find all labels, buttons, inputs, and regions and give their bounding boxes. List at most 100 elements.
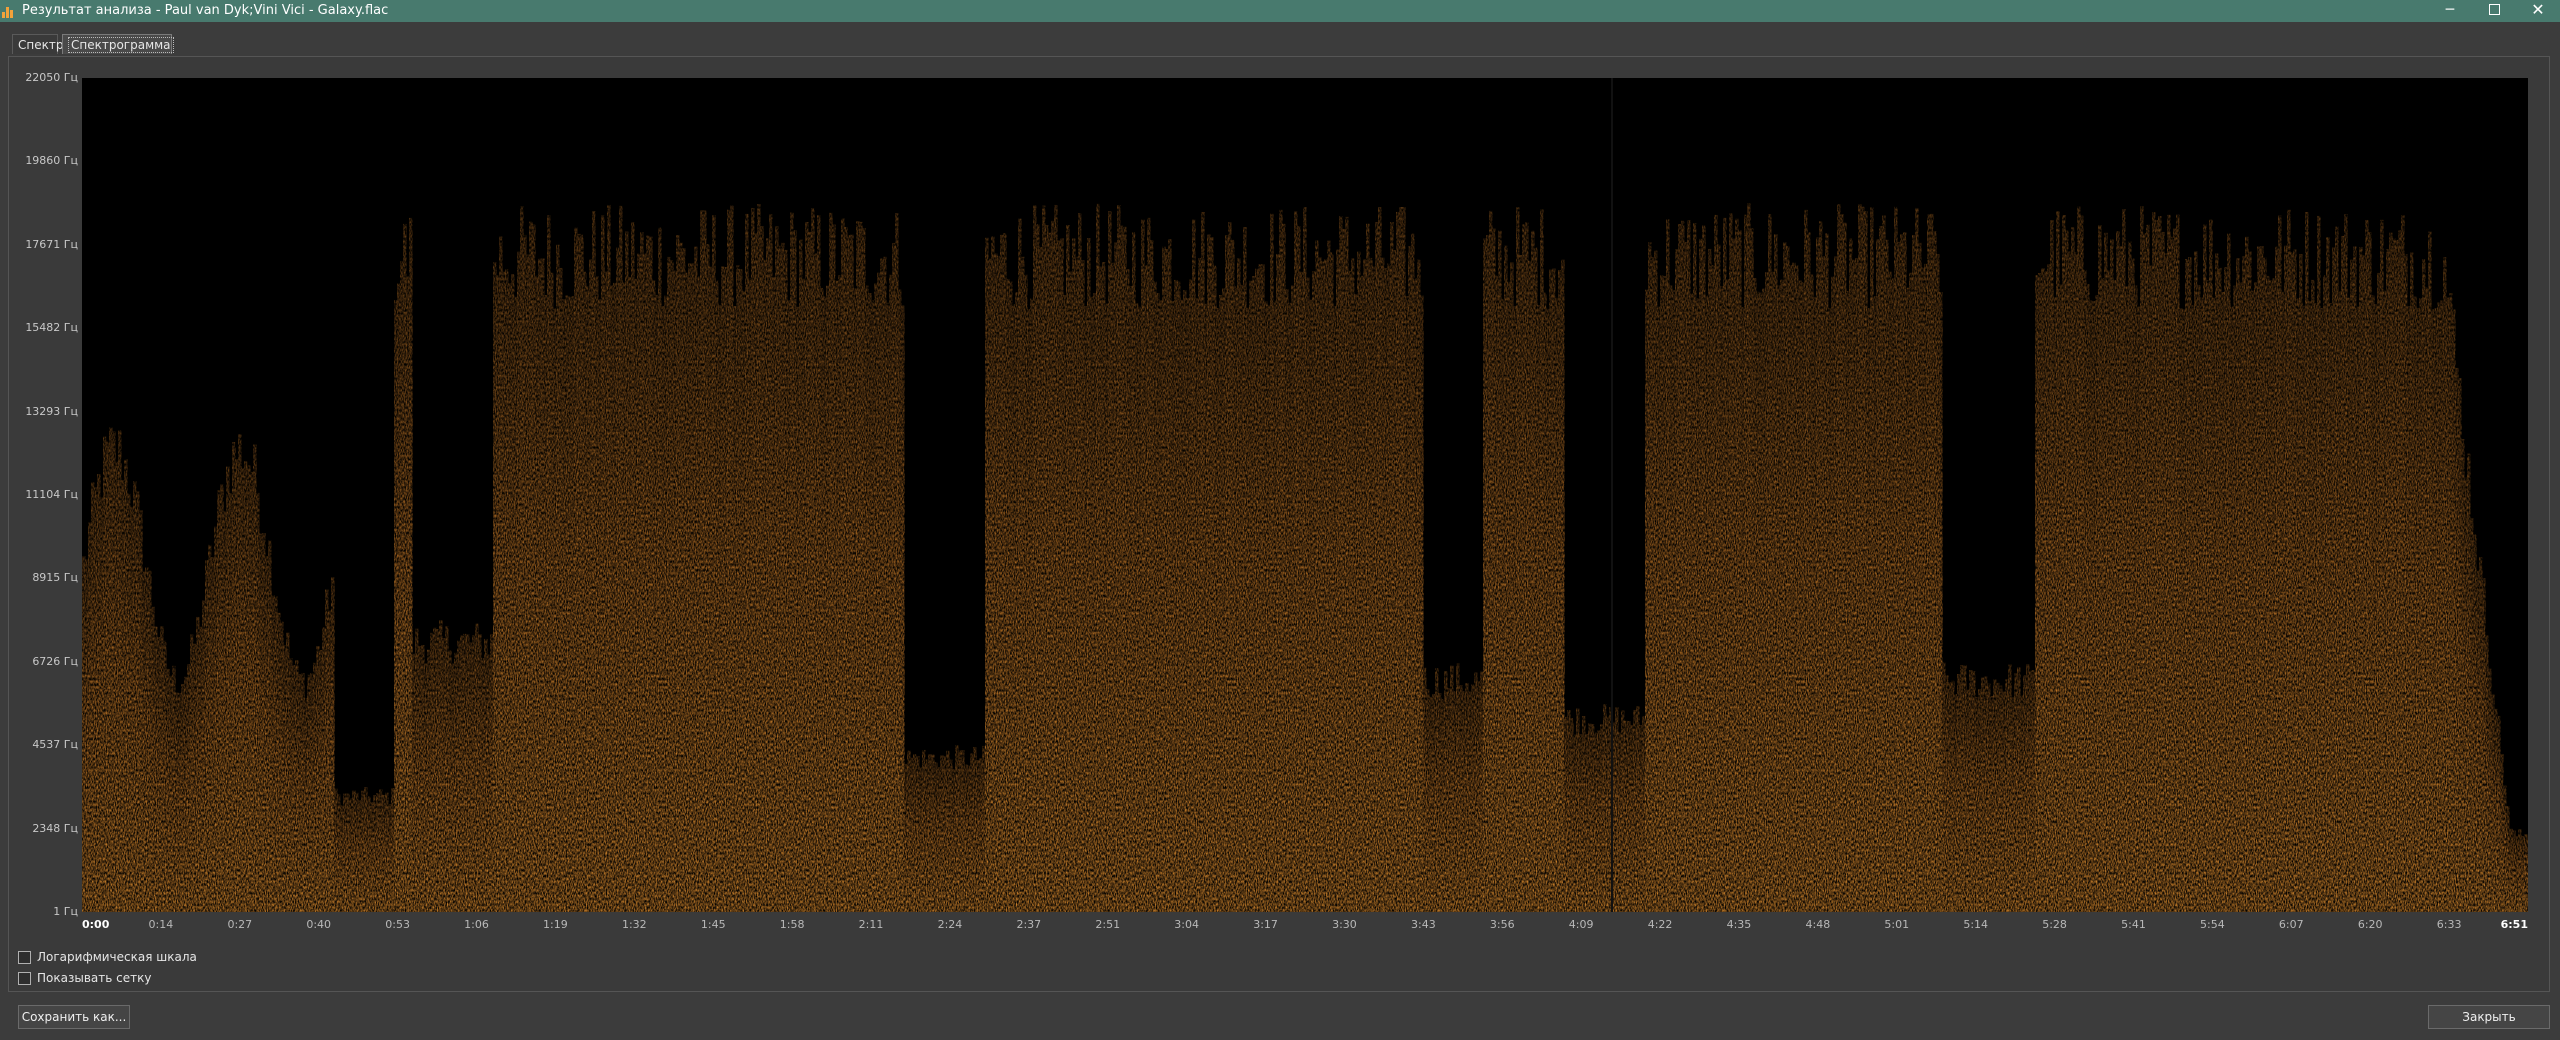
spectrum-column — [1027, 308, 1031, 912]
spectrum-column — [88, 522, 92, 912]
spectrum-column — [1597, 730, 1601, 912]
spectrum-column — [1417, 259, 1421, 912]
spectrum-column — [784, 249, 788, 912]
spectrum-column — [253, 444, 257, 912]
time-tick-label: 5:01 — [1884, 918, 1910, 931]
spectrum-column — [913, 754, 917, 912]
spectrum-column — [2374, 304, 2378, 912]
spectrum-column — [2257, 246, 2261, 912]
spectrum-column — [2053, 297, 2057, 912]
spectrum-column — [736, 265, 740, 912]
spectrum-column — [928, 754, 932, 912]
spectrum-column — [322, 627, 326, 912]
maximize-button[interactable] — [2472, 0, 2516, 22]
spectrum-column — [1732, 238, 1736, 912]
tab-spectrum[interactable]: Спектр — [12, 34, 63, 54]
spectrum-column — [2008, 664, 2012, 912]
spectrum-column — [274, 596, 278, 912]
spectrum-column — [823, 296, 827, 912]
spectrum-column — [2215, 253, 2219, 912]
show-grid-checkbox[interactable]: Показывать сетку — [18, 971, 151, 985]
spectrum-column — [1483, 238, 1487, 912]
spectrum-column — [1852, 259, 1856, 912]
spectrum-column — [523, 234, 527, 912]
spectrum-column — [1822, 256, 1826, 912]
spectrum-column — [2443, 257, 2447, 912]
spectrum-column — [460, 635, 464, 912]
spectrum-column — [2101, 278, 2105, 912]
spectrum-column — [358, 800, 362, 912]
spectrum-column — [400, 261, 404, 912]
spectrum-column — [2002, 691, 2006, 912]
spectrum-column — [673, 270, 677, 912]
spectrum-column — [997, 255, 1001, 912]
close-window-button[interactable]: ✕ — [2516, 0, 2560, 22]
spectrum-column — [1891, 278, 1895, 912]
spectrum-column — [2386, 249, 2390, 912]
spectrum-column — [1390, 222, 1394, 912]
spectrum-column — [1807, 232, 1811, 912]
spectrum-column — [1123, 226, 1127, 912]
spectrum-column — [2167, 214, 2171, 912]
spectrum-column — [1102, 262, 1106, 912]
spectrum-column — [700, 210, 704, 912]
spectrum-column — [2125, 286, 2129, 912]
spectrum-column — [934, 762, 938, 912]
spectrum-column — [1690, 293, 1694, 912]
spectrum-column — [427, 649, 431, 912]
spectrum-column — [649, 236, 653, 912]
spectrum-column — [670, 260, 674, 912]
spectrum-column — [343, 793, 347, 912]
spectrum-column — [133, 481, 137, 912]
spectrum-column — [2146, 224, 2150, 912]
spectrum-column — [1510, 262, 1514, 912]
spectrum-column — [1885, 239, 1889, 912]
time-tick-label: 1:19 — [543, 918, 568, 931]
spectrum-column — [1042, 205, 1046, 912]
spectrum-column — [2359, 246, 2363, 912]
spectrum-column — [973, 746, 977, 912]
spectrum-column — [1399, 207, 1403, 912]
minimize-button[interactable]: ─ — [2428, 0, 2472, 22]
spectrum-column — [1843, 222, 1847, 912]
spectrum-column — [2335, 226, 2339, 912]
save-as-button[interactable]: Сохранить как... — [18, 1005, 130, 1029]
log-scale-checkbox[interactable]: Логарифмическая шкала — [18, 950, 197, 964]
time-tick-label: 0:00 — [82, 918, 110, 931]
spectrum-column — [901, 304, 905, 912]
spectrum-column — [1801, 282, 1805, 912]
spectrum-column — [1750, 228, 1754, 912]
spectrum-column — [547, 215, 551, 912]
spectrum-column — [508, 283, 512, 912]
spectrum-column — [2311, 279, 2315, 912]
spectrum-column — [247, 465, 251, 912]
spectrum-column — [868, 293, 872, 912]
spectrum-column — [1681, 220, 1685, 912]
spectrum-column — [598, 299, 602, 912]
show-grid-box[interactable] — [18, 972, 31, 985]
spectrum-column — [2482, 578, 2486, 912]
spectrum-column — [1774, 234, 1778, 912]
spectrum-column — [2065, 230, 2069, 912]
log-scale-box[interactable] — [18, 951, 31, 964]
spectrum-column — [979, 758, 983, 912]
spectrum-column — [2323, 275, 2327, 912]
spectrum-column — [82, 556, 86, 912]
close-button[interactable]: Закрыть — [2428, 1005, 2550, 1029]
spectrum-column — [232, 442, 236, 912]
spectrum-column — [1051, 220, 1055, 912]
spectrum-column — [1813, 296, 1817, 912]
spectrum-column — [1642, 715, 1646, 912]
spectrum-column — [1780, 279, 1784, 912]
spectrum-column — [181, 684, 185, 912]
spectrum-column — [745, 213, 749, 912]
spectrum-column — [742, 291, 746, 912]
spectrum-column — [1702, 225, 1706, 912]
spectrum-column — [2068, 251, 2072, 912]
spectrum-column — [2326, 237, 2330, 912]
tab-spectrogram[interactable]: Спектрограмма — [62, 34, 174, 54]
spectrum-column — [1576, 708, 1580, 912]
spectrum-column — [1738, 230, 1742, 912]
spectrum-column — [1840, 214, 1844, 912]
spectrum-column — [1990, 696, 1994, 912]
